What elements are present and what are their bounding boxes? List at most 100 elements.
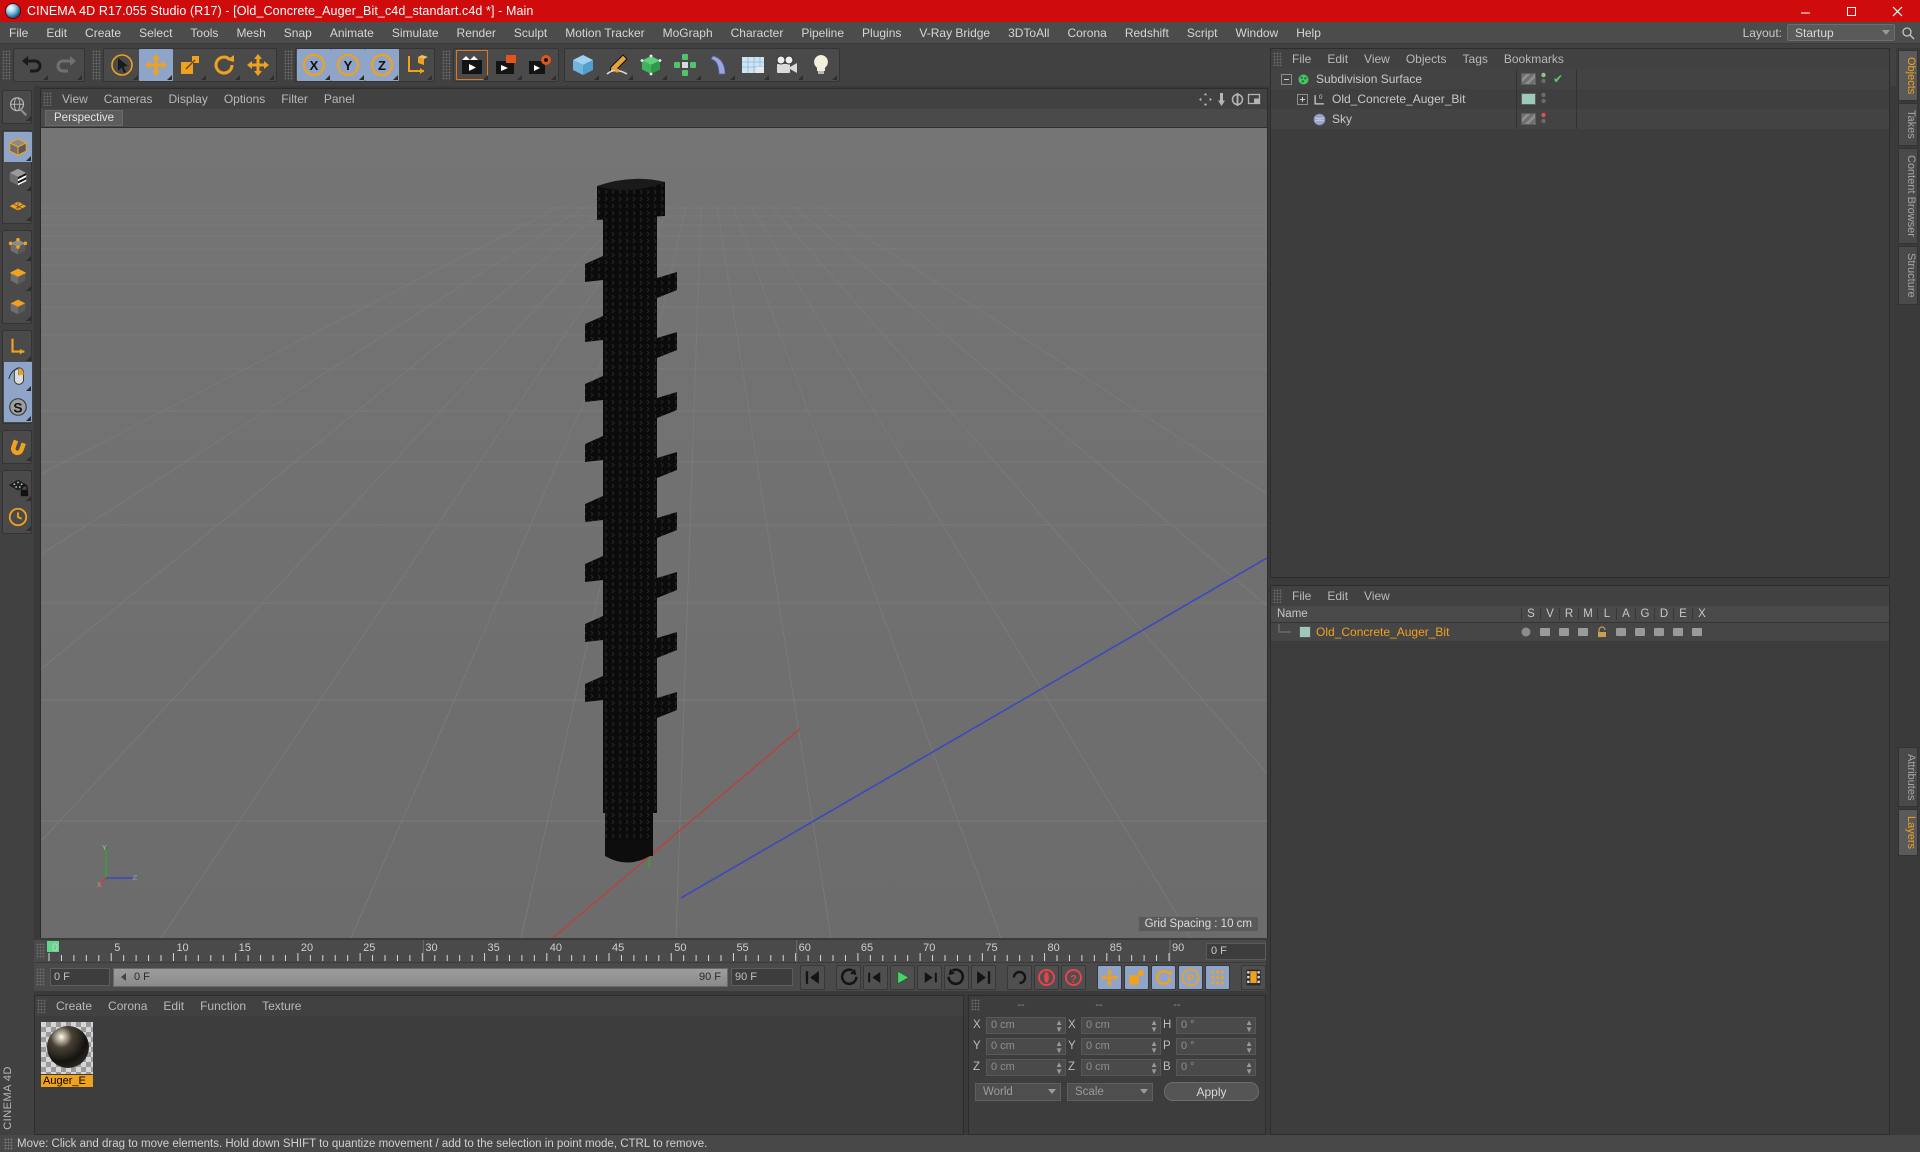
menu-item-v-ray-bridge[interactable]: V-Ray Bridge [910, 22, 999, 44]
coordinate-input-x-position[interactable]: 0 cm ▲ ▼ [986, 1016, 1066, 1034]
key-scale-button[interactable] [1124, 964, 1149, 990]
coordinate-input-b-rotation[interactable]: 0 ° ▲ ▼ [1176, 1058, 1256, 1076]
object-visibility-tag[interactable] [1521, 93, 1536, 105]
timeline-right-frame-field[interactable]: 0 F [1206, 942, 1266, 960]
viewport-solo-button[interactable] [4, 362, 32, 392]
goto-start-button[interactable] [800, 964, 825, 990]
layer-lock-icon[interactable] [1592, 626, 1611, 638]
menu-item-corona[interactable]: Corona [1058, 22, 1115, 44]
vertical-tab-layers[interactable]: Layers [1898, 809, 1918, 857]
coordinate-input-z-size[interactable]: 0 cm ▲ ▼ [1081, 1058, 1161, 1076]
apply-button[interactable]: Apply [1164, 1082, 1259, 1101]
layer-row[interactable]: Old_Concrete_Auger_Bit [1271, 623, 1889, 641]
object-expander-plus[interactable] [1297, 93, 1308, 105]
material-preview[interactable] [41, 1022, 93, 1074]
material-name[interactable]: Auger_E [41, 1075, 93, 1087]
next-frame-button[interactable] [917, 964, 942, 990]
lock-x-button[interactable]: X [297, 49, 331, 81]
live-selection-button[interactable] [105, 49, 139, 81]
menu-item-script[interactable]: Script [1178, 22, 1227, 44]
frame-range-slider[interactable]: 0 F 90 F [113, 967, 728, 987]
coordinate-input-x-size[interactable]: 0 cm ▲ ▼ [1081, 1016, 1161, 1034]
viewport-menu-panel[interactable]: Panel [316, 89, 363, 109]
material-menu-create[interactable]: Create [48, 996, 100, 1016]
coordinate-input-p-rotation[interactable]: 0 ° ▲ ▼ [1176, 1037, 1256, 1055]
menu-item-create[interactable]: Create [76, 22, 130, 44]
polygons-mode-button[interactable] [4, 292, 32, 322]
coordinate-input-y-position[interactable]: 0 cm ▲ ▼ [986, 1037, 1066, 1055]
current-frame-field[interactable]: 0 F [50, 968, 110, 986]
scale-tool-button[interactable] [173, 49, 207, 81]
range-start-handle-icon[interactable] [118, 971, 130, 983]
layout-dropdown[interactable]: Startup [1787, 24, 1895, 41]
menu-item-help[interactable]: Help [1287, 22, 1330, 44]
spinner-icon[interactable]: ▲ ▼ [1055, 1060, 1063, 1075]
add-generator-button[interactable] [634, 49, 668, 81]
material-item[interactable]: Auger_E [41, 1022, 93, 1087]
menu-item-simulate[interactable]: Simulate [383, 22, 448, 44]
loop-button[interactable] [1007, 964, 1032, 990]
transform-tool-button[interactable] [241, 49, 275, 81]
menu-item-window[interactable]: Window [1227, 22, 1288, 44]
viewport-menu-filter[interactable]: Filter [273, 89, 316, 109]
spinner-icon[interactable]: ▲ ▼ [1055, 1018, 1063, 1033]
add-light-button[interactable] [804, 49, 838, 81]
spinner-icon[interactable]: ▲ ▼ [1245, 1060, 1253, 1075]
menu-item-mesh[interactable]: Mesh [227, 22, 274, 44]
menu-item-file[interactable]: File [0, 22, 37, 44]
object-menu-view[interactable]: View [1356, 49, 1398, 69]
record-active-objects-button[interactable] [1034, 964, 1059, 990]
layer-visible-icon[interactable] [1535, 626, 1554, 638]
toolbar-grip[interactable] [92, 50, 101, 80]
object-expander-minus[interactable] [1281, 73, 1292, 85]
coordinate-input-h-rotation[interactable]: 0 ° ▲ ▼ [1176, 1016, 1256, 1034]
pan-icon[interactable] [1198, 92, 1213, 107]
key-pla-button[interactable] [1205, 964, 1230, 990]
object-visibility-tag[interactable] [1521, 113, 1536, 125]
lock-y-button[interactable]: Y [331, 49, 365, 81]
spinner-icon[interactable]: ▲ ▼ [1150, 1060, 1158, 1075]
maximize-button[interactable] [1828, 0, 1874, 22]
vertical-tab-content-browser[interactable]: Content Browser [1898, 148, 1918, 244]
transport-grip[interactable] [36, 968, 45, 986]
menu-item-plugins[interactable]: Plugins [853, 22, 910, 44]
search-icon[interactable] [1900, 25, 1916, 41]
workplane-button[interactable] [4, 192, 32, 222]
minimize-button[interactable] [1782, 0, 1828, 22]
viewport-menu-options[interactable]: Options [216, 89, 273, 109]
coordinate-mode-dropdown[interactable]: Scale [1067, 1082, 1153, 1101]
object-visibility-dots[interactable] [1540, 91, 1547, 108]
layer-generator-icon[interactable] [1630, 626, 1649, 638]
add-mograph-button[interactable] [668, 49, 702, 81]
add-camera-button[interactable] [770, 49, 804, 81]
menu-item-redshift[interactable]: Redshift [1116, 22, 1178, 44]
menu-item-edit[interactable]: Edit [37, 22, 76, 44]
toolbar-grip[interactable] [284, 50, 293, 80]
texture-mode-button[interactable] [4, 162, 32, 192]
quantize-button[interactable] [4, 502, 32, 532]
vertical-tab-attributes[interactable]: Attributes [1898, 746, 1918, 808]
key-parameter-button[interactable]: P [1178, 964, 1203, 990]
object-row[interactable]: Subdivision Surface ✔ [1271, 69, 1889, 89]
add-spline-button[interactable] [600, 49, 634, 81]
layer-menu-edit[interactable]: Edit [1319, 586, 1356, 606]
menu-item-select[interactable]: Select [130, 22, 181, 44]
timeline-ruler[interactable]: 0 5 10 15 20 25 30 35 40 45 50 55 60 65 70 75 80 85 90 [47, 940, 1206, 962]
viewport-canvas[interactable]: Y Z X Grid Spacing : 10 cm [41, 128, 1267, 938]
spinner-icon[interactable]: ▲ ▼ [1055, 1039, 1063, 1054]
play-button[interactable] [890, 964, 915, 990]
world-coordinates-button[interactable] [399, 49, 433, 81]
render-settings-button[interactable] [523, 49, 557, 81]
object-visibility-dots[interactable] [1540, 111, 1547, 128]
close-button[interactable] [1874, 0, 1920, 22]
layer-color-swatch[interactable] [1299, 626, 1311, 638]
object-enabled-check[interactable]: ✔ [1553, 72, 1563, 86]
object-row[interactable]: 0 Old_Concrete_Auger_Bit [1271, 89, 1889, 109]
layer-solo-icon[interactable] [1516, 626, 1535, 638]
points-mode-button[interactable] [4, 232, 32, 262]
menu-item-tools[interactable]: Tools [181, 22, 227, 44]
spinner-icon[interactable]: ▲ ▼ [1245, 1018, 1253, 1033]
menu-item-mograph[interactable]: MoGraph [654, 22, 722, 44]
viewport-menu-display[interactable]: Display [160, 89, 215, 109]
layer-menu-file[interactable]: File [1284, 586, 1319, 606]
